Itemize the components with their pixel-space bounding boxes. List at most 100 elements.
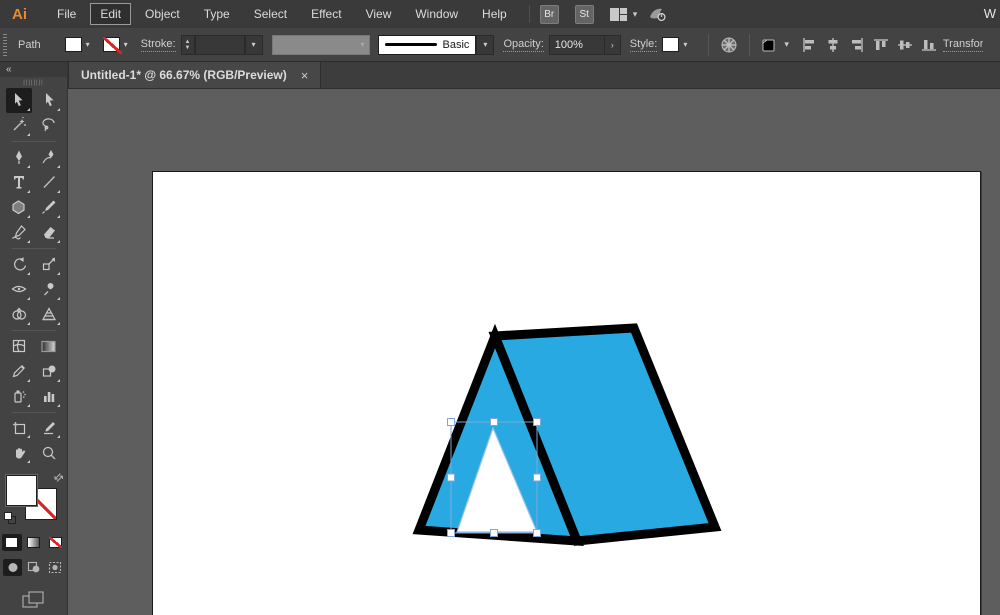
menu-view[interactable]: View [356, 3, 402, 25]
mesh-tool[interactable] [6, 334, 32, 359]
artboard[interactable] [152, 171, 981, 615]
draw-normal-button[interactable] [3, 558, 22, 576]
swap-fill-stroke-icon[interactable]: ⇆ [51, 470, 67, 486]
line-segment-tool[interactable] [36, 170, 62, 195]
menu-window[interactable]: Window [405, 3, 468, 25]
stroke-weight-input[interactable] [194, 34, 245, 55]
draw-inside-button[interactable] [45, 559, 64, 576]
magic-wand-tool[interactable] [6, 113, 32, 138]
shaper-tool[interactable] [6, 220, 32, 245]
transform-panel-link[interactable]: Transform [942, 38, 983, 52]
opacity-input[interactable]: 100% [548, 34, 605, 55]
align-vertical-top-icon[interactable] [871, 35, 891, 55]
divider [11, 247, 56, 249]
menu-help[interactable]: Help [472, 3, 517, 25]
canvas-pasteboard[interactable] [68, 89, 1000, 615]
chevron-down-icon[interactable]: ▾ [679, 40, 691, 49]
panel-grip[interactable]: |||||||| [23, 80, 43, 86]
align-horizontal-left-icon[interactable]: line{stroke:#bdbdbd;stroke-width:1.4} [799, 35, 819, 55]
none-button[interactable] [46, 534, 66, 551]
collapse-panel-button[interactable]: « [0, 62, 67, 77]
selection-tool[interactable] [5, 87, 32, 113]
brush-definition-dropdown[interactable]: Basic [377, 34, 477, 55]
close-tab-icon[interactable]: × [301, 68, 309, 83]
style-panel-link[interactable]: Style: [629, 38, 658, 52]
eraser-tool[interactable] [36, 220, 62, 245]
color-button[interactable] [1, 533, 22, 551]
default-fill-stroke-icon[interactable] [3, 511, 16, 524]
artboard-tool[interactable] [6, 415, 32, 440]
menu-select[interactable]: Select [244, 3, 297, 25]
perspective-grid-tool[interactable] [36, 302, 62, 327]
panel-grip[interactable] [3, 33, 10, 56]
slice-tool[interactable] [36, 415, 62, 440]
opacity-panel-link[interactable]: Opacity: [503, 38, 544, 52]
divider [528, 5, 530, 23]
tent-artwork[interactable] [153, 172, 982, 615]
zoom-tool[interactable] [36, 440, 62, 465]
menu-file[interactable]: File [47, 3, 86, 25]
fill-color-control[interactable]: ▾ [64, 37, 94, 52]
stroke-weight-control[interactable]: ▲ ▼ ▾ [180, 34, 263, 55]
hand-tool[interactable] [6, 440, 32, 465]
isolate-object-icon[interactable] [760, 35, 780, 55]
menu-type[interactable]: Type [194, 3, 240, 25]
brush-dropdown-chevron[interactable]: ▾ [476, 34, 495, 55]
polygon-tool[interactable] [6, 195, 32, 220]
gpu-performance-icon[interactable] [647, 4, 667, 24]
blend-tool[interactable] [36, 359, 62, 384]
workspace-switcher-icon[interactable] [609, 7, 627, 21]
symbol-sprayer-tool[interactable] [6, 384, 32, 409]
puppet-warp-tool[interactable] [36, 277, 62, 302]
align-vertical-center-icon[interactable] [895, 35, 915, 55]
stroke-swatch-none[interactable] [102, 37, 122, 54]
shape-builder-tool[interactable] [6, 302, 32, 327]
column-graph-tool[interactable] [36, 384, 62, 409]
align-vertical-bottom-icon[interactable] [919, 35, 939, 55]
divider [11, 411, 56, 413]
eyedropper-tool[interactable] [6, 359, 32, 384]
graphic-style-control[interactable]: ▾ [662, 37, 691, 52]
width-tool[interactable] [6, 277, 32, 302]
menu-edit[interactable]: Edit [90, 3, 132, 25]
divider [11, 140, 56, 142]
curvature-tool[interactable] [36, 145, 62, 170]
opacity-expand-button[interactable]: › [604, 34, 621, 55]
document-tab-title: Untitled-1* @ 66.67% (RGB/Preview) [81, 68, 287, 82]
bridge-button[interactable]: Br [539, 4, 559, 24]
change-screen-mode-button[interactable] [21, 590, 47, 615]
menu-bar: Ai File Edit Object Type Select Effect V… [0, 0, 1000, 28]
chevron-down-icon[interactable]: ▾ [633, 9, 638, 20]
align-horizontal-center-icon[interactable] [823, 35, 843, 55]
stroke-color-control[interactable]: ▾ [102, 37, 132, 54]
fill-swatch[interactable] [64, 37, 82, 52]
document-tab[interactable]: Untitled-1* @ 66.67% (RGB/Preview) × [68, 62, 322, 88]
direct-selection-tool[interactable] [36, 88, 62, 113]
fill-proxy[interactable] [5, 475, 37, 507]
stock-button[interactable]: St [574, 4, 594, 24]
chevron-down-icon: ▾ [360, 40, 365, 49]
align-horizontal-right-icon[interactable] [847, 35, 867, 55]
graphic-style-swatch[interactable] [662, 37, 680, 52]
draw-behind-button[interactable] [24, 559, 43, 576]
stroke-panel-link[interactable]: Stroke: [140, 38, 176, 52]
pen-tool[interactable] [6, 145, 32, 170]
paintbrush-tool[interactable] [36, 195, 62, 220]
chevron-down-icon[interactable]: ▾ [82, 40, 94, 49]
gradient-tool[interactable] [36, 334, 62, 359]
opacity-control[interactable]: 100% › [548, 34, 621, 55]
control-bar: Path ▾ ▾ Stroke: ▲ ▼ ▾ ▾ Basic ▾ Opacity: [0, 28, 1000, 62]
cropped-right-text: W [983, 6, 996, 21]
lasso-tool[interactable] [36, 113, 62, 138]
scale-tool[interactable] [36, 252, 62, 277]
type-tool[interactable] [6, 170, 32, 195]
stroke-weight-stepper[interactable]: ▲ ▼ [180, 34, 195, 55]
menu-effect[interactable]: Effect [301, 3, 351, 25]
menu-object[interactable]: Object [135, 3, 190, 25]
gradient-button[interactable] [24, 534, 44, 551]
stroke-style-control[interactable]: Basic ▾ [377, 34, 495, 55]
chevron-down-icon[interactable]: ▾ [784, 39, 789, 50]
recolor-artwork-icon[interactable] [719, 35, 739, 55]
stroke-weight-dropdown[interactable]: ▾ [244, 34, 263, 55]
rotate-tool[interactable] [6, 252, 32, 277]
